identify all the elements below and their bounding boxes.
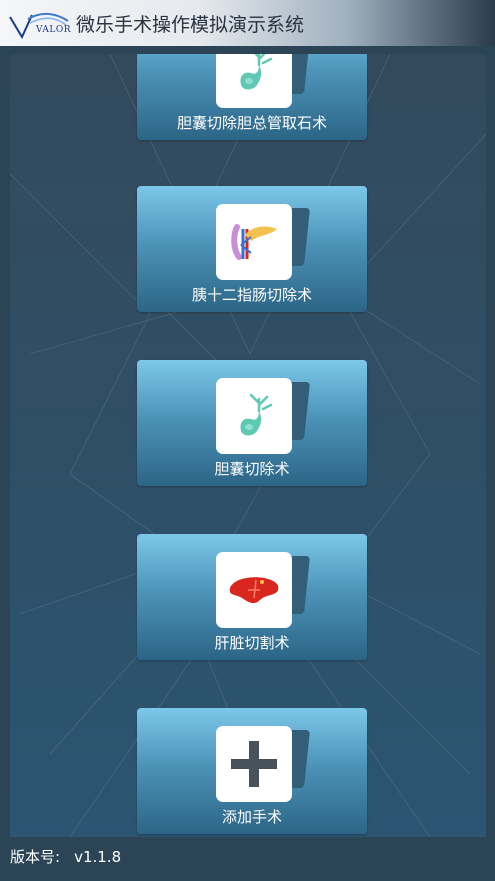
- surgery-card-label: 肝脏切割术: [214, 634, 290, 652]
- surgery-card-label: 胰十二指肠切除术: [191, 286, 312, 304]
- pancreas-icon: [216, 204, 292, 280]
- version-label: 版本号:: [10, 848, 61, 866]
- add-surgery-card[interactable]: 添加手术: [137, 708, 367, 834]
- version-value: v1.1.8: [74, 848, 122, 866]
- surgery-card-label: 胆囊切除术: [214, 460, 290, 478]
- app-title: 微乐手术操作模拟演示系统: [76, 13, 305, 36]
- surgery-card-pancreaticoduodenectomy[interactable]: 胰十二指肠切除术: [137, 186, 367, 312]
- liver-icon: [216, 552, 292, 628]
- version-info: 版本号: v1.1.8: [10, 846, 121, 867]
- surgery-card-cholecystectomy-cbd[interactable]: 胆囊切除胆总管取石术: [137, 54, 367, 140]
- plus-icon: [216, 726, 292, 802]
- surgery-card-liver-resection[interactable]: 肝脏切割术: [137, 534, 367, 660]
- add-surgery-label: 添加手术: [221, 808, 282, 826]
- surgery-list[interactable]: 胆囊切除胆总管取石术 胰十二指肠切除术 胆囊切除术 肝脏切割术 添加手术: [10, 54, 486, 837]
- surgery-card-label: 胆囊切除胆总管取石术: [176, 114, 327, 132]
- gallbladder-icon: [216, 378, 292, 454]
- valor-logo: VALOR: [8, 7, 72, 39]
- logo-text: VALOR: [36, 25, 72, 35]
- surgery-card-cholecystectomy[interactable]: 胆囊切除术: [137, 360, 367, 486]
- app-header: VALOR 微乐手术操作模拟演示系统: [0, 0, 495, 46]
- gallbladder-icon: [216, 54, 292, 108]
